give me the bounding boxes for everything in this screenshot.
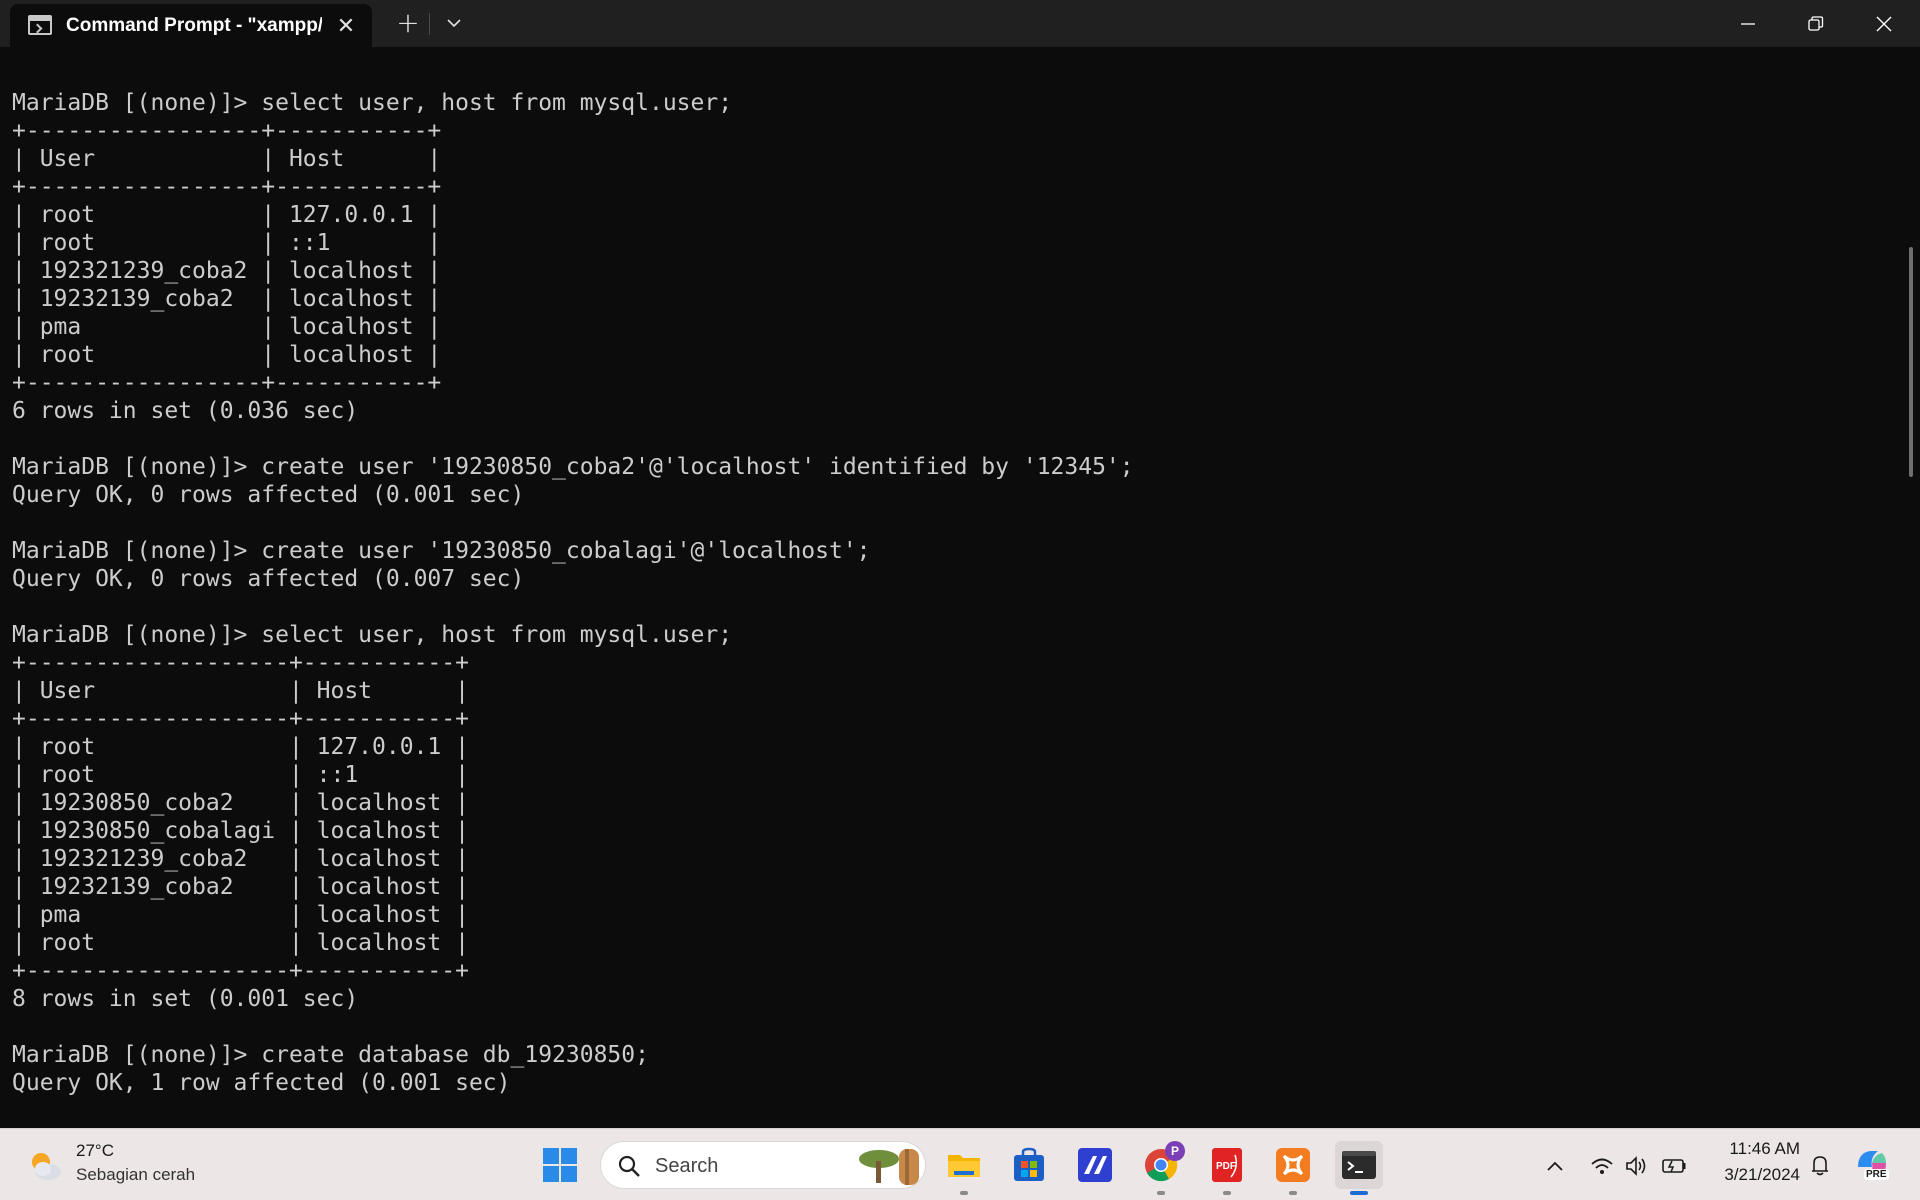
chrome-indicator: [1157, 1191, 1165, 1195]
terminal-indicator: [1350, 1191, 1368, 1195]
store-icon: [1014, 1147, 1044, 1181]
pdf-reader-app[interactable]: PDF: [1203, 1141, 1251, 1189]
close-window-button[interactable]: [1850, 0, 1918, 47]
copilot-button[interactable]: PRE: [1852, 1145, 1892, 1185]
copilot-preview-badge: PRE: [1864, 1169, 1889, 1180]
pdf-indicator: [1223, 1191, 1231, 1195]
chevron-down-icon: [447, 19, 461, 28]
windows-logo-icon: [543, 1148, 577, 1182]
terminal-line: MariaDB [(none)]> select user, host from…: [12, 90, 733, 116]
terminal-line: | User | Host |: [12, 678, 469, 704]
terminal-line: Query OK, 1 row affected (0.001 sec): [12, 1070, 511, 1096]
xampp-indicator: [1289, 1191, 1297, 1195]
chrome-profile-badge: P: [1165, 1141, 1185, 1161]
terminal-line: | pma | localhost |: [12, 902, 469, 928]
taskbar: 27°C Sebagian cerah Search P PDF 11:46 A…: [0, 1128, 1920, 1200]
partly-sunny-icon: [32, 1153, 61, 1180]
terminal-line: | User | Host |: [12, 146, 442, 172]
scrollbar-thumb[interactable]: [1909, 247, 1913, 477]
wifi-icon[interactable]: [1589, 1153, 1615, 1179]
start-button[interactable]: [536, 1141, 584, 1189]
terminal-line: | 19230850_cobalagi | localhost |: [12, 818, 469, 844]
tab-dropdown-button[interactable]: [436, 6, 472, 40]
folder-icon: [948, 1155, 980, 1177]
terminal-line: | 19232139_coba2 | localhost |: [12, 874, 469, 900]
file-explorer-indicator: [960, 1191, 968, 1195]
volume-icon[interactable]: [1623, 1153, 1649, 1179]
tab-separator: [429, 13, 430, 35]
file-explorer-app[interactable]: [940, 1141, 988, 1189]
terminal-app[interactable]: [1335, 1141, 1383, 1189]
search-icon: [618, 1155, 640, 1177]
terminal-line: | root | 127.0.0.1 |: [12, 202, 442, 228]
terminal-line: | root | 127.0.0.1 |: [12, 734, 469, 760]
minimize-icon: [1741, 23, 1755, 25]
terminal-line: | pma | localhost |: [12, 314, 442, 340]
terminal-line: 8 rows in set (0.001 sec): [12, 986, 359, 1012]
command-prompt-icon: [28, 15, 52, 35]
terminal-line: | root | ::1 |: [12, 230, 442, 256]
weather-widget[interactable]: 27°C Sebagian cerah: [22, 1139, 222, 1191]
terminal-line: Query OK, 0 rows affected (0.001 sec): [12, 482, 525, 508]
terminal-line: | 192321239_coba2 | localhost |: [12, 258, 442, 284]
vs-icon: [1078, 1148, 1112, 1182]
restore-icon: [1808, 16, 1824, 31]
taskbar-search[interactable]: Search: [600, 1141, 926, 1189]
terminal-line: | 19232139_coba2 | localhost |: [12, 286, 442, 312]
svg-text:PDF: PDF: [1216, 1161, 1236, 1172]
terminal-line: +-----------------+-----------+: [12, 174, 442, 200]
terminal-line: | root | ::1 |: [12, 762, 469, 788]
chevron-up-icon[interactable]: [1542, 1153, 1568, 1179]
terminal-lines: MariaDB [(none)]> select user, host from…: [12, 89, 1134, 1097]
terminal-line: MariaDB [(none)]> select user, host from…: [12, 622, 733, 648]
weather-temperature: 27°C: [76, 1141, 114, 1160]
tab-command-prompt[interactable]: Command Prompt - "xampp/mysql/bin/mysql.…: [10, 4, 372, 47]
microsoft-store-app[interactable]: [1005, 1141, 1053, 1189]
chrome-app[interactable]: P: [1137, 1141, 1185, 1189]
xampp-icon: [1276, 1148, 1310, 1182]
terminal-output[interactable]: MariaDB [(none)]> select user, host from…: [0, 47, 1920, 1128]
tab-title: Command Prompt - "xampp/mysql/bin/mysql.…: [66, 15, 322, 36]
terminal-icon: [1342, 1151, 1376, 1179]
clock-date[interactable]: 3/21/2024: [1700, 1165, 1800, 1185]
terminal-line: +-------------------+-----------+: [12, 650, 469, 676]
terminal-line: +-----------------+-----------+: [12, 118, 442, 144]
search-highlight-image: [859, 1149, 919, 1185]
terminal-line: | root | localhost |: [12, 930, 469, 956]
notification-bell-icon[interactable]: [1806, 1151, 1834, 1179]
terminal-line: +-----------------+-----------+: [12, 370, 442, 396]
xampp-app[interactable]: [1269, 1141, 1317, 1189]
new-tab-button[interactable]: +: [388, 6, 428, 40]
close-icon: [1876, 16, 1892, 32]
terminal-line: | 19230850_coba2 | localhost |: [12, 790, 469, 816]
pdf-icon: PDF: [1212, 1148, 1242, 1182]
tab-close-button[interactable]: ✕: [332, 13, 360, 41]
title-bar: Command Prompt - "xampp/mysql/bin/mysql.…: [0, 0, 1920, 47]
visual-studio-app[interactable]: [1071, 1141, 1119, 1189]
terminal-line: +-------------------+-----------+: [12, 706, 469, 732]
terminal-line: | 192321239_coba2 | localhost |: [12, 846, 469, 872]
terminal-line: MariaDB [(none)]> create user '19230850_…: [12, 454, 1134, 480]
terminal-line: | root | localhost |: [12, 342, 442, 368]
restore-button[interactable]: [1782, 0, 1850, 47]
terminal-line: 6 rows in set (0.036 sec): [12, 398, 359, 424]
clock-time[interactable]: 11:46 AM: [1700, 1139, 1800, 1159]
terminal-line: Query OK, 0 rows affected (0.007 sec): [12, 566, 525, 592]
terminal-line: MariaDB [(none)]> create user '19230850_…: [12, 538, 871, 564]
weather-description: Sebagian cerah: [76, 1165, 196, 1184]
battery-icon[interactable]: [1661, 1153, 1687, 1179]
terminal-line: +-------------------+-----------+: [12, 958, 469, 984]
search-placeholder: Search: [655, 1155, 719, 1177]
terminal-line: MariaDB [(none)]> create database db_192…: [12, 1042, 649, 1068]
minimize-button[interactable]: [1714, 0, 1782, 47]
